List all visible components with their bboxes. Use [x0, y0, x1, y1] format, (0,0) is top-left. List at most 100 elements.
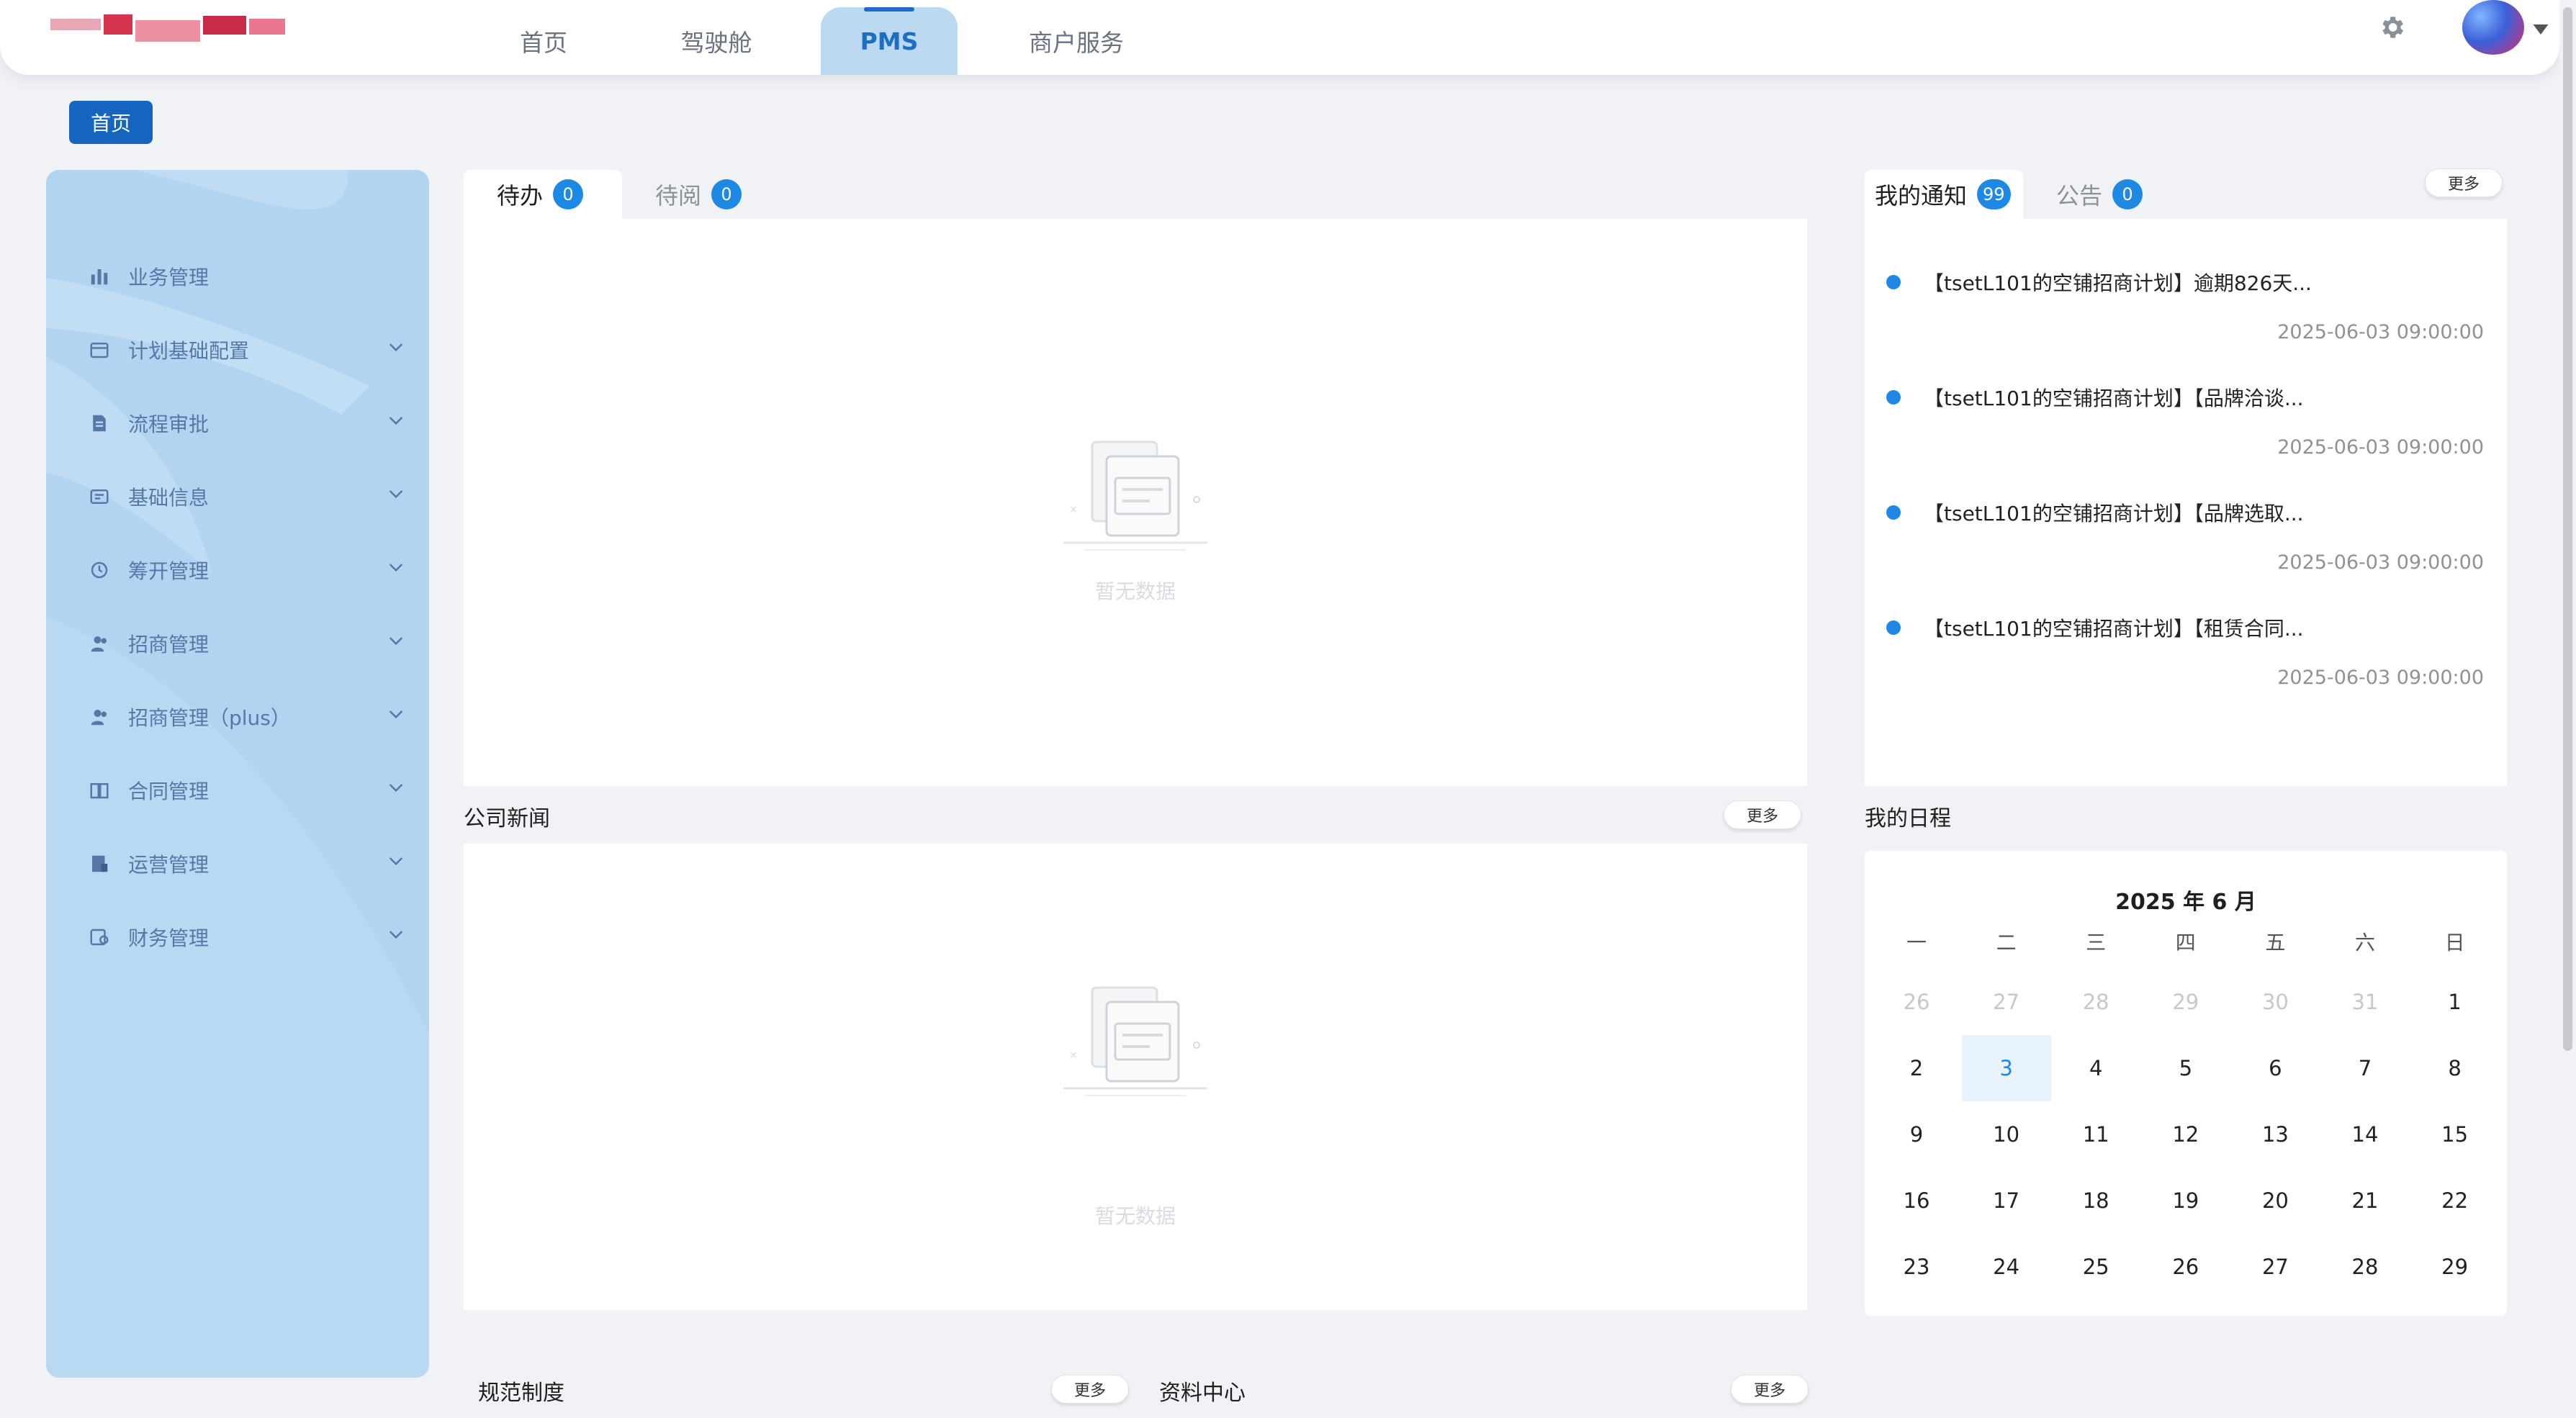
calendar-day[interactable]: 3: [1961, 1035, 2051, 1101]
calendar-day[interactable]: 16: [1872, 1168, 1961, 1234]
resources-more-button[interactable]: 更多: [1731, 1375, 1809, 1404]
calendar-day[interactable]: 23: [1872, 1234, 1961, 1300]
page-scrollbar-thumb[interactable]: [2563, 7, 2572, 1051]
clock-circle-icon: [86, 557, 112, 583]
calendar-day[interactable]: 17: [1962, 1168, 2051, 1234]
calendar-day[interactable]: 31: [2320, 969, 2410, 1035]
unread-dot: [1886, 390, 1901, 405]
calendar-day[interactable]: 15: [2410, 1101, 2500, 1168]
calendar-day[interactable]: 12: [2141, 1101, 2230, 1168]
calendar-day[interactable]: 26: [2141, 1234, 2230, 1300]
notices-more-button[interactable]: 更多: [2425, 168, 2503, 197]
calendar-day[interactable]: 29: [2141, 969, 2230, 1035]
calendar-day[interactable]: 2: [1872, 1035, 1961, 1101]
sidebar-item-operations-management[interactable]: 运营管理: [86, 842, 403, 885]
calendar-day[interactable]: 24: [1962, 1234, 2051, 1300]
calendar-day[interactable]: 28: [2320, 1234, 2410, 1300]
calendar-day[interactable]: 20: [2230, 1168, 2320, 1234]
calendar-weekday-header: 五: [2265, 931, 2286, 954]
calendar-day[interactable]: 30: [2230, 969, 2320, 1035]
breadcrumb-home[interactable]: 首页: [69, 101, 153, 144]
calendar-day[interactable]: 19: [2141, 1168, 2230, 1234]
empty-data-text: 暂无数据: [1094, 1204, 1176, 1228]
empty-data-text: 暂无数据: [1094, 579, 1176, 603]
calendar-day[interactable]: 11: [2051, 1101, 2140, 1168]
sidebar-item-contract-management[interactable]: 合同管理: [86, 769, 403, 812]
tab-my-notifications[interactable]: 我的通知 99: [1865, 170, 2023, 219]
notice-title[interactable]: 【tsetL101的空铺招商计划】【租赁合同...: [1924, 613, 2304, 642]
rules-title: 规范制度: [478, 1381, 564, 1406]
tab-to-read-label: 待阅: [655, 182, 702, 209]
unread-dot: [1886, 620, 1901, 635]
calendar-icon: [86, 337, 112, 363]
sidebar-item-leasing-management[interactable]: 招商管理: [86, 622, 403, 665]
resources-title: 资料中心: [1159, 1381, 1246, 1406]
calendar-day[interactable]: 21: [2320, 1168, 2410, 1234]
tab-announcements-label: 公告: [2056, 182, 2103, 209]
calendar-day[interactable]: 28: [2051, 969, 2140, 1035]
document-icon: [86, 410, 112, 436]
tab-to-read[interactable]: 待阅 0: [634, 170, 778, 219]
sidebar-item-basic-info[interactable]: 基础信息: [86, 475, 403, 518]
gear-icon[interactable]: [2377, 13, 2406, 42]
calendar-weekday-header: 六: [2354, 931, 2375, 954]
sidebar-item-workflow-approval[interactable]: 流程审批: [86, 402, 403, 445]
chevron-down-icon: [389, 637, 403, 646]
calendar-day[interactable]: 10: [1962, 1101, 2051, 1168]
nav-tab-merchant-service[interactable]: 商户服务: [1004, 7, 1148, 75]
notice-title[interactable]: 【tsetL101的空铺招商计划】【品牌洽谈...: [1924, 383, 2304, 412]
sidebar-item-plan-config[interactable]: 计划基础配置: [86, 328, 403, 371]
calendar-day[interactable]: 26: [1872, 969, 1961, 1035]
chevron-down-icon: [389, 417, 403, 425]
calendar-day[interactable]: 29: [2410, 1234, 2500, 1300]
calendar-day[interactable]: 7: [2320, 1035, 2410, 1101]
caret-down-icon[interactable]: [2533, 24, 2549, 35]
calendar-day[interactable]: 6: [2230, 1035, 2320, 1101]
calendar-day[interactable]: 14: [2320, 1101, 2410, 1168]
nav-tab-pms[interactable]: PMS: [821, 7, 958, 75]
id-card-icon: [86, 484, 112, 510]
calendar-day[interactable]: 25: [2051, 1234, 2140, 1300]
unread-dot: [1886, 505, 1901, 520]
calendar-day[interactable]: 8: [2410, 1035, 2500, 1101]
calendar-day[interactable]: 27: [2230, 1234, 2320, 1300]
rules-more-button[interactable]: 更多: [1051, 1375, 1129, 1404]
tab-my-notifications-label: 我的通知: [1875, 182, 1968, 209]
user-avatar[interactable]: [2462, 0, 2524, 55]
chevron-down-icon: [389, 857, 403, 866]
calendar-day[interactable]: 4: [2051, 1035, 2140, 1101]
tab-announcements[interactable]: 公告 0: [2037, 170, 2167, 219]
company-logo: [50, 14, 285, 42]
sidebar-item-label: 筹开管理: [128, 559, 210, 583]
chevron-down-icon: [389, 931, 403, 939]
calendar-day[interactable]: 13: [2230, 1101, 2320, 1168]
calendar-day[interactable]: 5: [2141, 1035, 2230, 1101]
top-header: 首页 驾驶舱 PMS 商户服务: [0, 0, 2559, 75]
calendar-day[interactable]: 18: [2051, 1168, 2140, 1234]
svg-text:×: ×: [1069, 504, 1078, 515]
notice-title[interactable]: 【tsetL101的空铺招商计划】【品牌选取...: [1924, 498, 2304, 527]
calendar-weekday-header: 四: [2175, 931, 2196, 954]
news-more-button[interactable]: 更多: [1724, 800, 1801, 829]
calendar-day[interactable]: 9: [1872, 1101, 1961, 1168]
users-icon: [86, 704, 112, 730]
nav-tab-cockpit[interactable]: 驾驶舱: [648, 7, 785, 75]
todo-count-badge: 0: [553, 179, 584, 209]
calendar-weekday-header: 三: [2086, 931, 2107, 954]
sidebar-item-preopening-management[interactable]: 筹开管理: [86, 548, 403, 592]
calendar-month-title: 2025 年 6 月: [2115, 890, 2256, 915]
calendar-day[interactable]: 1: [2410, 969, 2500, 1035]
notices-panel: 【tsetL101的空铺招商计划】逾期826天... 2025-06-03 09…: [1865, 219, 2507, 786]
notice-title[interactable]: 【tsetL101的空铺招商计划】逾期826天...: [1924, 268, 2312, 297]
sidebar-item-leasing-management-plus[interactable]: 招商管理（plus）: [86, 695, 403, 739]
nav-tab-home[interactable]: 首页: [482, 7, 605, 75]
calendar-day[interactable]: 27: [1962, 969, 2051, 1035]
calendar-day[interactable]: 22: [2410, 1168, 2500, 1234]
tab-todo[interactable]: 待办 0: [464, 170, 622, 219]
notice-time: 2025-06-03 09:00:00: [2277, 551, 2484, 574]
schedule-title: 我的日程: [1865, 806, 1951, 831]
to-read-count-badge: 0: [711, 179, 742, 209]
sidebar-item-business-management[interactable]: 业务管理: [86, 255, 403, 298]
sidebar-item-label: 流程审批: [128, 412, 210, 436]
sidebar-item-finance-management[interactable]: 财务管理: [86, 916, 403, 959]
